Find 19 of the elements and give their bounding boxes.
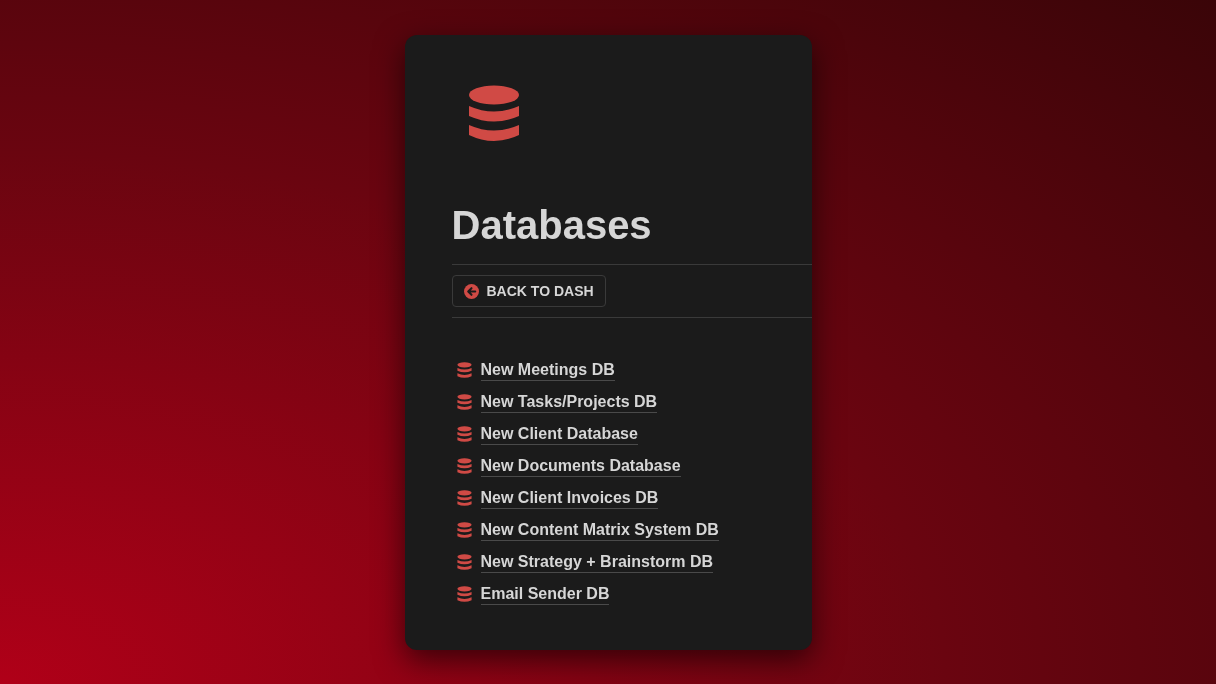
database-icon — [456, 553, 472, 571]
database-link[interactable]: New Documents Database — [480, 455, 681, 477]
database-icon — [456, 585, 472, 603]
database-link[interactable]: New Meetings DB — [480, 359, 615, 381]
database-icon — [456, 457, 472, 475]
database-link[interactable]: Email Sender DB — [480, 583, 610, 605]
back-arrow-icon — [463, 283, 479, 299]
back-button[interactable]: BACK TO DASH — [451, 275, 606, 307]
database-link[interactable]: New Tasks/Projects DB — [480, 391, 658, 413]
database-link[interactable]: New Client Invoices DB — [480, 487, 659, 509]
database-icon — [456, 361, 472, 379]
database-link[interactable]: New Client Database — [480, 423, 638, 445]
database-icon — [456, 425, 472, 443]
database-link[interactable]: New Content Matrix System DB — [480, 519, 719, 541]
database-icon — [456, 521, 472, 539]
database-icon — [456, 489, 472, 507]
page-title: Databases — [451, 202, 653, 249]
database-link[interactable]: New Strategy + Brainstorm DB — [480, 551, 713, 573]
database-icon — [456, 393, 472, 411]
